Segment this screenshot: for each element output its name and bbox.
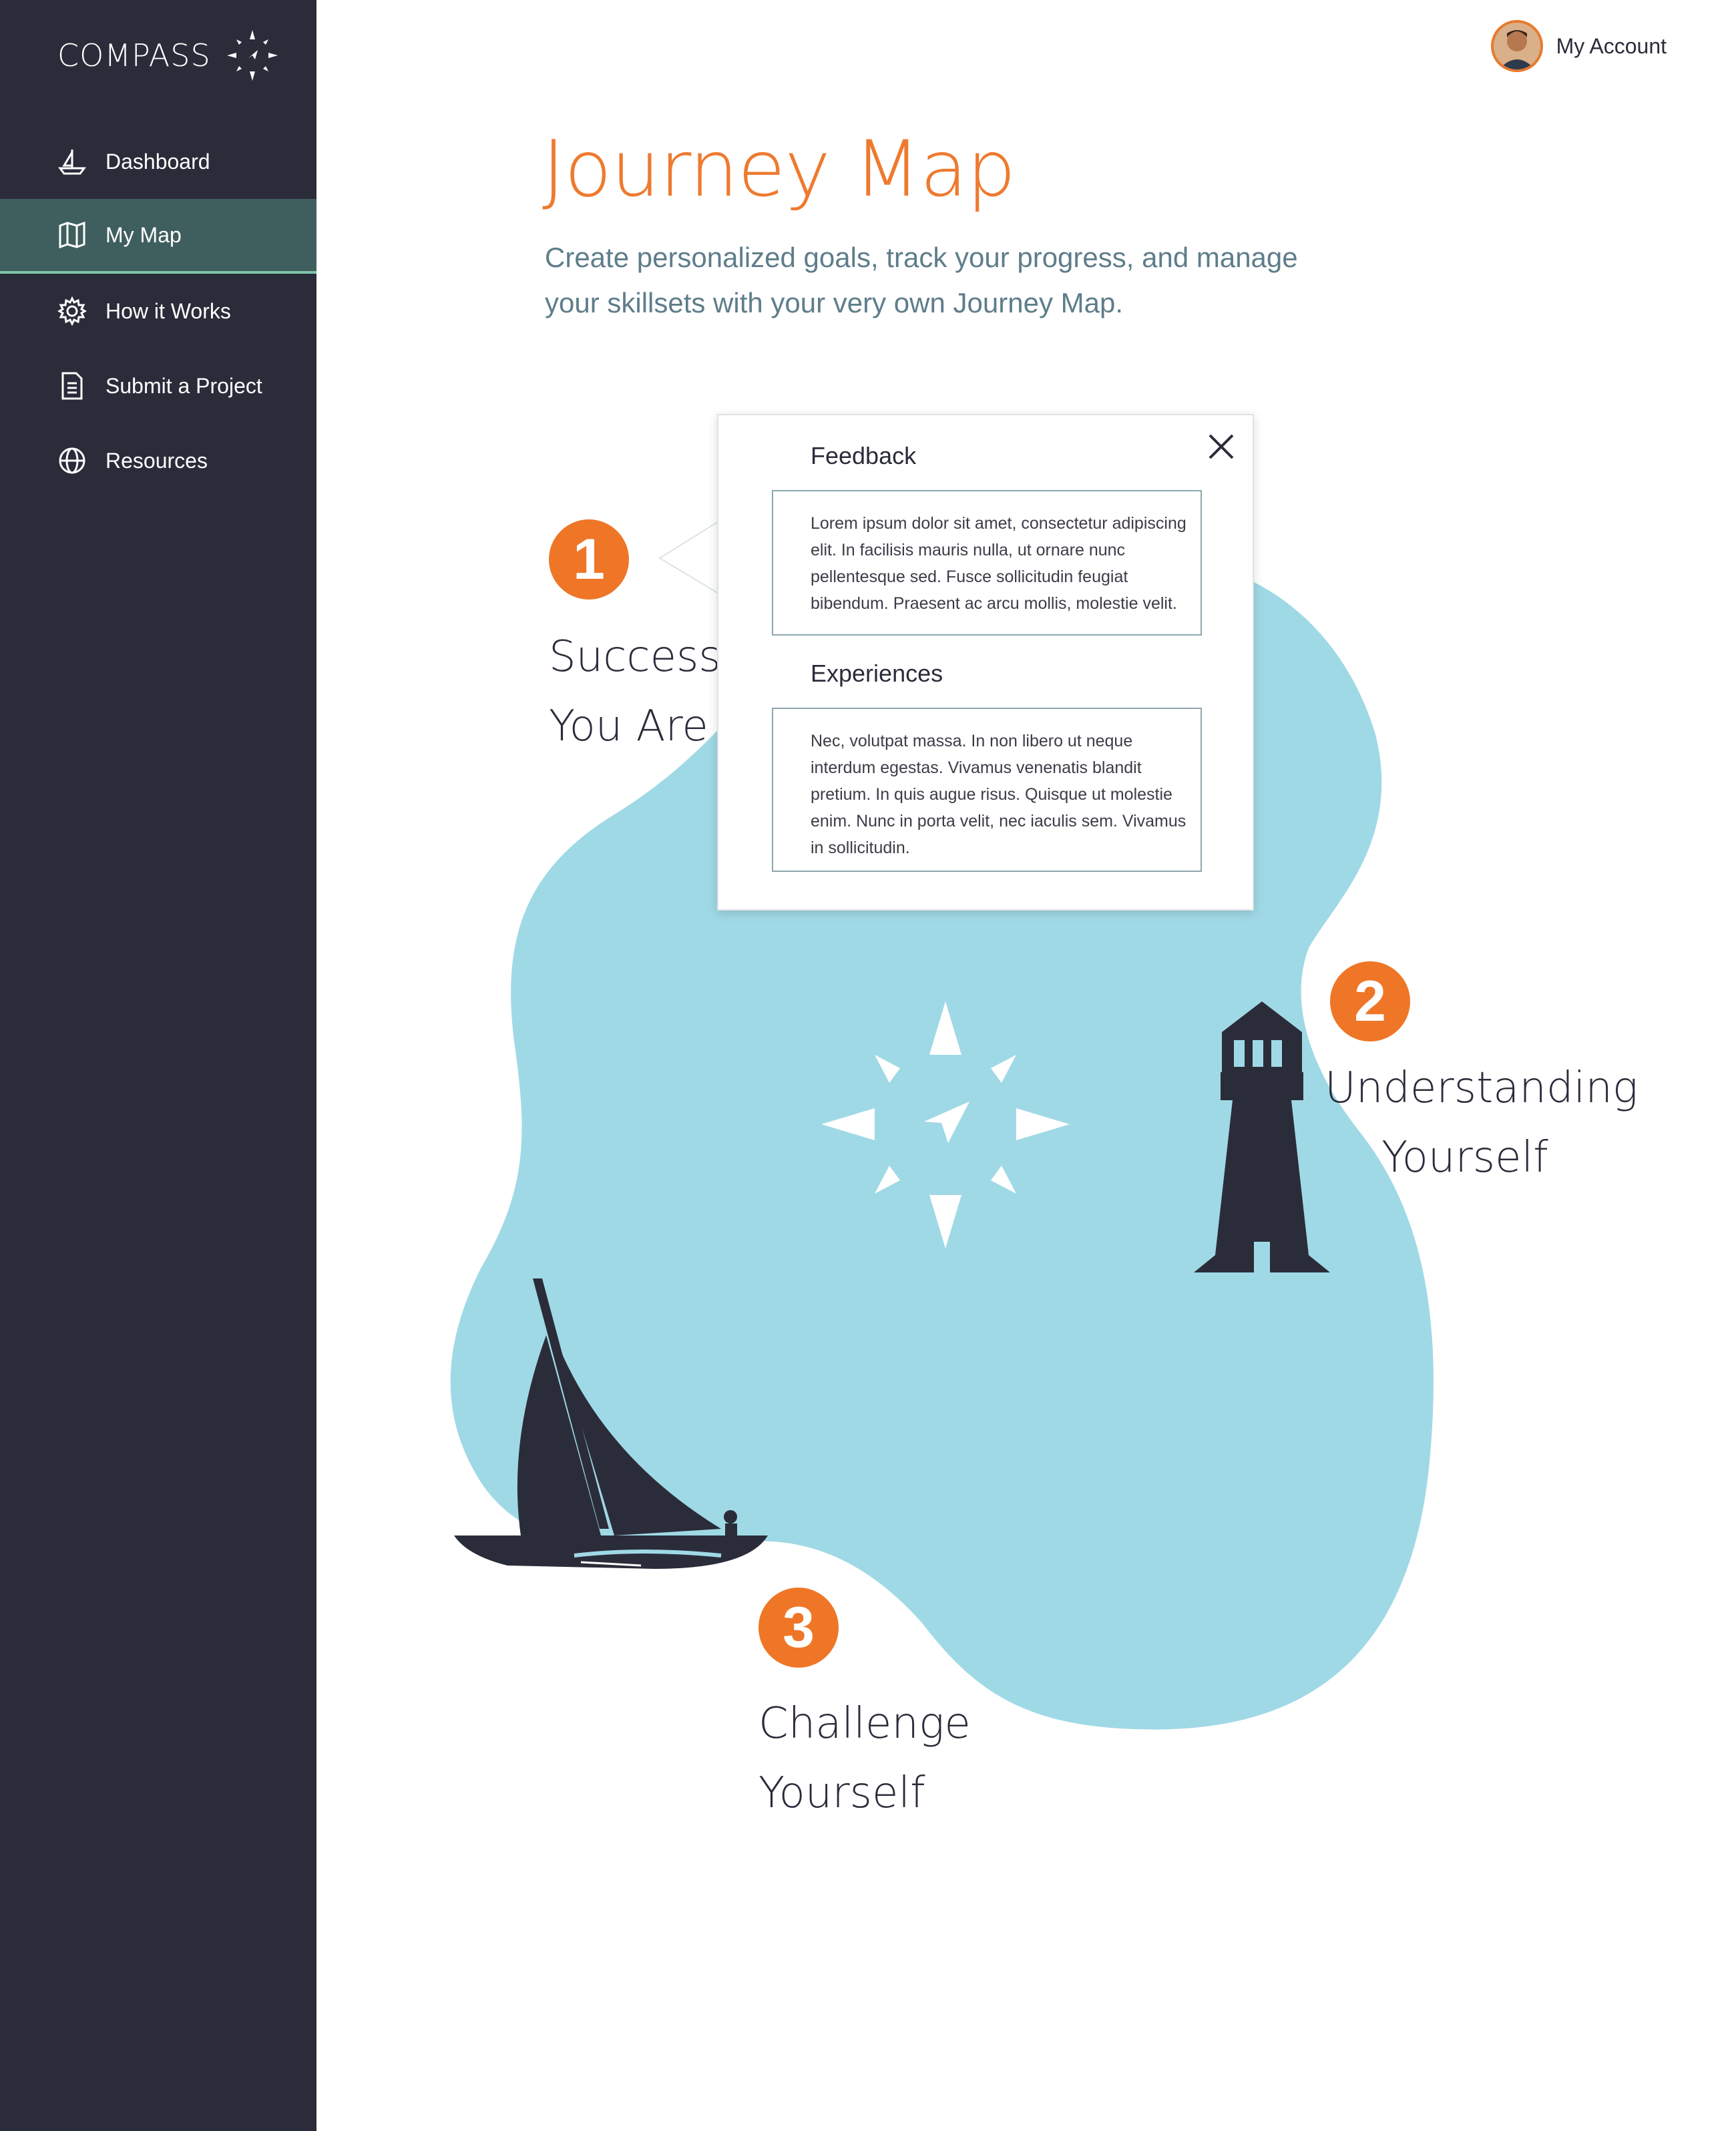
step-3-label-line2: Yourself: [758, 1768, 925, 1818]
feedback-field[interactable]: Lorem ipsum dolor sit amet, consectetur …: [772, 490, 1202, 636]
step-2-label[interactable]: Understanding Yourself: [1325, 1053, 1639, 1192]
step-2-label-line2: Yourself: [1381, 1133, 1548, 1182]
step-1-number: 1: [573, 527, 605, 591]
step-2-number: 2: [1354, 969, 1386, 1033]
step-2-badge[interactable]: 2: [1330, 961, 1410, 1041]
step-3-number: 3: [783, 1595, 815, 1660]
step-3-label-line1: Challenge: [758, 1699, 971, 1748]
feedback-label: Feedback: [811, 442, 917, 469]
experiences-label: Experiences: [811, 660, 943, 687]
feedback-popup: Feedback Lorem ipsum dolor sit amet, con…: [717, 414, 1254, 911]
step-2-label-line1: Understanding: [1325, 1063, 1639, 1113]
close-icon[interactable]: [1206, 431, 1237, 462]
step-3-label[interactable]: Challenge Yourself: [758, 1689, 971, 1828]
popup-pointer: [658, 521, 720, 594]
step-1-badge[interactable]: 1: [549, 519, 629, 600]
experiences-field[interactable]: Nec, volutpat massa. In non libero ut ne…: [772, 708, 1202, 872]
step-3-badge[interactable]: 3: [758, 1588, 839, 1668]
